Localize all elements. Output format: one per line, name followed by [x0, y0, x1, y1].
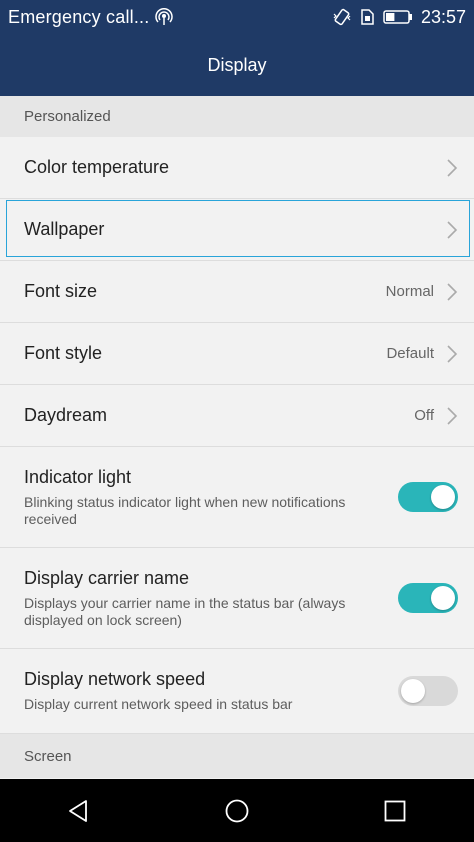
network-speed-toggle[interactable] [398, 676, 458, 706]
row-right [398, 676, 458, 706]
page-title: Display [207, 54, 267, 75]
back-button[interactable] [49, 779, 109, 842]
vibrate-icon [333, 8, 351, 26]
setting-label: Font style [24, 343, 103, 363]
setting-label: Wallpaper [24, 219, 105, 239]
status-right: 23:57 [333, 7, 466, 28]
row-text: Display network speed Display current ne… [24, 669, 292, 713]
setting-value: Default [386, 345, 434, 362]
carrier-name-toggle[interactable] [398, 583, 458, 613]
setting-color-temperature[interactable]: Color temperature [0, 137, 474, 199]
back-icon [66, 798, 92, 824]
row-right [446, 220, 458, 240]
chevron-right-icon [446, 406, 458, 426]
row-text: Display carrier name Displays your carri… [24, 568, 364, 629]
status-time: 23:57 [420, 6, 466, 27]
row-right [398, 583, 458, 613]
navigation-bar [0, 779, 474, 842]
home-button[interactable] [207, 779, 267, 842]
recents-button[interactable] [365, 779, 425, 842]
row-right: Default [386, 344, 458, 364]
row-right: Normal [386, 282, 458, 302]
status-title: Emergency call... [8, 6, 150, 27]
setting-label: Display carrier name [24, 567, 190, 588]
setting-label: Color temperature [24, 157, 170, 177]
title-bar: Display [0, 34, 474, 96]
setting-display-carrier-name[interactable]: Display carrier name Displays your carri… [0, 548, 474, 649]
sim-icon [359, 8, 375, 26]
setting-daydream[interactable]: Daydream Off [0, 385, 474, 447]
section-header-personalized: Personalized [0, 96, 474, 137]
row-text: Indicator light Blinking status indicato… [24, 467, 364, 528]
setting-wallpaper[interactable]: Wallpaper [0, 199, 474, 261]
setting-label: Daydream [24, 405, 108, 425]
chevron-right-icon [446, 158, 458, 178]
setting-description: Blinking status indicator light when new… [24, 493, 346, 527]
setting-description: Displays your carrier name in the status… [24, 594, 346, 628]
status-bar: Emergency call... 23:57 [0, 0, 474, 34]
row-right [398, 482, 458, 512]
home-icon [224, 798, 250, 824]
chevron-right-icon [446, 282, 458, 302]
recents-icon [383, 799, 407, 823]
setting-value: Off [414, 407, 434, 424]
setting-value: Normal [385, 283, 434, 300]
setting-label: Font size [24, 281, 98, 301]
setting-font-size[interactable]: Font size Normal [0, 261, 474, 323]
setting-display-network-speed[interactable]: Display network speed Display current ne… [0, 649, 474, 734]
setting-label: Indicator light [24, 466, 132, 487]
setting-description: Display current network speed in status … [24, 696, 293, 712]
status-left: Emergency call... [8, 6, 174, 28]
settings-list: Personalized Color temperature Wallpaper… [0, 96, 474, 779]
toggle-knob [431, 586, 455, 610]
indicator-light-toggle[interactable] [398, 482, 458, 512]
chevron-right-icon [446, 344, 458, 364]
setting-label: Display network speed [24, 669, 206, 689]
toggle-knob [431, 485, 455, 509]
row-right: Off [414, 406, 458, 426]
hotspot-icon [155, 8, 174, 26]
setting-font-style[interactable]: Font style Default [0, 323, 474, 385]
setting-indicator-light[interactable]: Indicator light Blinking status indicato… [0, 447, 474, 548]
battery-icon [383, 9, 413, 25]
row-right [446, 158, 458, 178]
chevron-right-icon [446, 220, 458, 240]
toggle-knob [401, 679, 425, 703]
section-header-screen: Screen [0, 734, 474, 778]
